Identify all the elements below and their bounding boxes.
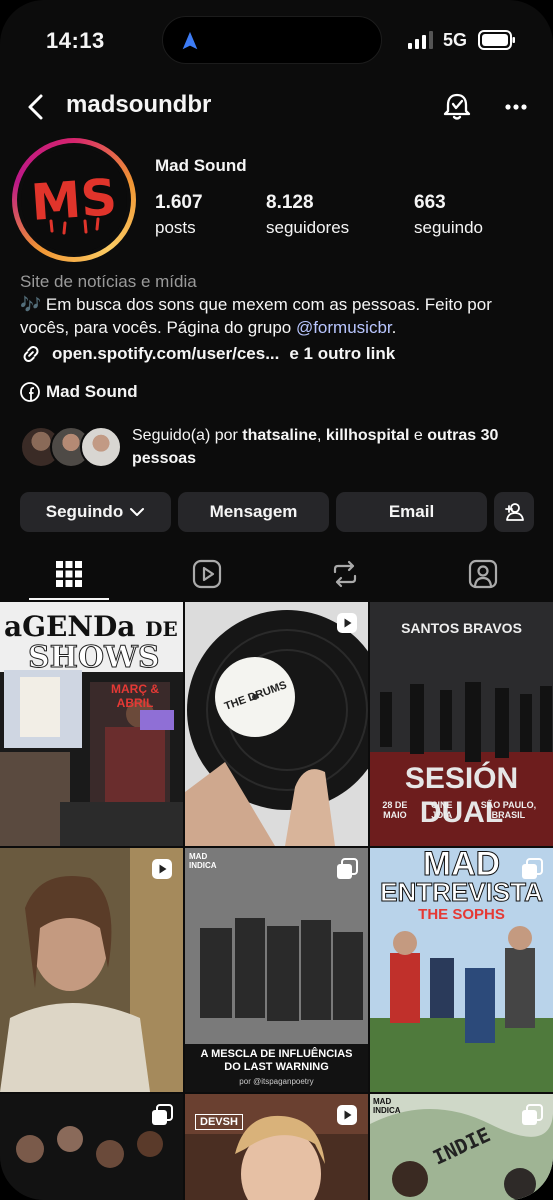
profile-tabs: [0, 550, 553, 600]
post-thumbnail[interactable]: [0, 1094, 183, 1200]
message-button[interactable]: Mensagem: [178, 492, 329, 532]
post-image-vinyl: [185, 602, 368, 846]
stat-followers[interactable]: 8.128 seguidores: [266, 192, 349, 238]
post-thumbnail[interactable]: MAD INDICA A MESCLA DE INFLUÊNCIAS DO LA…: [185, 848, 368, 1092]
stat-following-label: seguindo: [414, 218, 484, 237]
stat-following-value: 663: [414, 192, 446, 213]
reels-tab-icon[interactable]: [191, 558, 223, 590]
last-warning-headline: A MESCLA DE INFLUÊNCIAS DO LAST WARNING: [200, 1048, 353, 1073]
profile-bio: Site de notícias e mídia 🎶 Em busca dos …: [20, 270, 535, 339]
agenda-title-c: SHOWS: [28, 640, 160, 676]
status-bar: 14:13 5G: [0, 0, 553, 80]
entrevista-title-2: ENTREVISTA: [380, 877, 544, 907]
facebook-link[interactable]: Mad Sound: [20, 382, 138, 402]
post-thumbnail[interactable]: THE DRUMS: [185, 602, 368, 846]
facebook-icon: [20, 382, 40, 402]
back-arrow-icon[interactable]: [22, 92, 52, 122]
post-image-portrait: [0, 848, 183, 1092]
email-button[interactable]: Email: [336, 492, 487, 532]
santos-footer-city: SÃO PAULO, BRASIL: [480, 800, 537, 820]
profile-link-more[interactable]: e 1 outro link: [289, 344, 395, 364]
avatar: MS: [21, 147, 127, 253]
facebook-page-name: Mad Sound: [46, 382, 138, 401]
last-warning-credit: por @itspaganpoetry: [239, 1077, 314, 1086]
chevron-down-icon: [130, 508, 145, 516]
email-button-label: Email: [388, 502, 435, 521]
posts-grid: aGENDa DE SHOWS MARÇ & ABRIL THE DRUMS S…: [0, 602, 553, 1200]
status-time: 14:13: [46, 28, 105, 53]
post-thumbnail[interactable]: MAD ENTREVISTA THE SOPHS: [370, 848, 553, 1092]
profile-display-name: Mad Sound: [155, 156, 247, 175]
stat-followers-label: seguidores: [266, 218, 350, 237]
signal-icon: [408, 31, 433, 49]
profile-link-text[interactable]: open.spotify.com/user/ces...: [52, 344, 279, 364]
stat-posts-value: 1.607: [155, 192, 203, 213]
entrevista-subtitle: THE SOPHS: [418, 906, 505, 923]
reel-badge-icon: [337, 613, 357, 633]
santos-footer-venue: CINE JOIA: [431, 800, 453, 820]
reposts-tab-icon[interactable]: [329, 558, 361, 590]
reel-badge-icon: [337, 1105, 357, 1125]
mad-indica-corner: MAD INDICA: [189, 852, 217, 870]
post-thumbnail[interactable]: DEVSH: [185, 1094, 368, 1200]
following-button[interactable]: Seguindo: [20, 492, 171, 532]
avatar-story-ring[interactable]: MS: [12, 138, 136, 262]
profile-actions: Seguindo Mensagem Email: [20, 492, 534, 532]
message-button-label: Mensagem: [209, 502, 298, 521]
carousel-badge-icon: [522, 1104, 543, 1125]
network-type: 5G: [443, 30, 468, 50]
active-tab-indicator: [29, 598, 109, 600]
profile-username: madsoundbr: [66, 91, 212, 118]
grid-tab-icon[interactable]: [53, 558, 85, 590]
more-options-icon[interactable]: [500, 92, 532, 122]
santos-title: SANTOS BRAVOS: [401, 620, 522, 636]
mad-indica-corner: MAD INDICA: [373, 1097, 401, 1115]
carousel-badge-icon: [152, 1104, 173, 1125]
stat-followers-value: 8.128: [266, 192, 314, 213]
santos-footer-date: 28 DE MAIO: [382, 800, 408, 820]
notification-bell-icon[interactable]: [440, 90, 474, 124]
bio-line-1: 🎶 Em busca dos sons que mexem com as pes…: [20, 295, 492, 314]
followed-by-text: Seguido(a) por thatsaline, killhospital …: [132, 427, 499, 467]
instagram-profile-screen: 14:13 5G madsoundbr MS Mad Sound 1.607 p…: [0, 0, 553, 1200]
agenda-title-a: aGENDa: [4, 610, 136, 643]
followed-by[interactable]: Seguido(a) por thatsaline, killhospital …: [20, 424, 540, 470]
battery-icon: [478, 30, 515, 50]
follower-avatar-3: [80, 426, 122, 468]
location-arrow-icon: [182, 31, 198, 50]
link-icon: [23, 346, 39, 362]
post-thumbnail[interactable]: SANTOS BRAVOS SESIÓN DUAL 28 DE MAIO CIN…: [370, 602, 553, 846]
agenda-title-b: DE: [145, 617, 178, 641]
stat-posts: 1.607 posts: [155, 192, 203, 238]
post-thumbnail[interactable]: MAD INDICA INDIE: [370, 1094, 553, 1200]
following-button-label: Seguindo: [45, 502, 124, 521]
tagged-tab-icon[interactable]: [467, 558, 499, 590]
post-thumbnail[interactable]: aGENDa DE SHOWS MARÇ & ABRIL: [0, 602, 183, 846]
profile-links[interactable]: open.spotify.com/user/ces... e 1 outro l…: [20, 343, 395, 365]
profile-category: Site de notícias e mídia: [20, 272, 197, 291]
dynamic-island: [162, 16, 382, 64]
add-person-icon: [505, 503, 524, 521]
smile-sign: DEVSH: [195, 1114, 243, 1130]
stat-posts-label: posts: [155, 218, 196, 237]
suggested-people-button[interactable]: [494, 492, 534, 532]
agenda-tag: MARÇ & ABRIL: [111, 682, 159, 710]
reel-badge-icon: [152, 859, 172, 879]
profile-header: madsoundbr: [0, 84, 553, 130]
bio-line-2: vocês, para vocês. Página do grupo @form…: [20, 318, 397, 337]
post-thumbnail[interactable]: [0, 848, 183, 1092]
carousel-badge-icon: [337, 858, 358, 879]
carousel-badge-icon: [522, 858, 543, 879]
stat-following[interactable]: 663 seguindo: [414, 192, 483, 238]
bio-mention-link[interactable]: @formusicbr: [296, 318, 392, 337]
avatar-logo-text: MS: [29, 168, 119, 232]
